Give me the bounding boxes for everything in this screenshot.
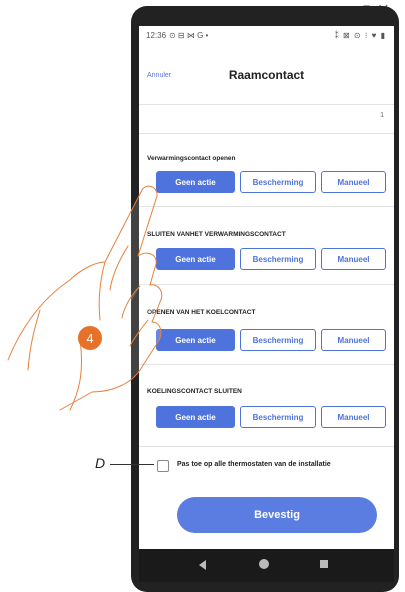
divider — [139, 133, 394, 134]
apply-all-label: Pas toe op alle thermostaten van de inst… — [177, 461, 331, 468]
home-icon[interactable] — [259, 559, 269, 569]
option-geen-actie-cooling-close[interactable]: Geen actie — [156, 406, 235, 428]
apply-all-row: Pas toe op alle thermostaten van de inst… — [139, 451, 394, 481]
apply-all-checkbox[interactable] — [157, 460, 169, 472]
status-left-icons: ⊙ ⊟ ⋈ G • — [169, 31, 209, 40]
option-manueel-cooling-open[interactable]: Manueel — [321, 329, 386, 351]
option-geen-actie-heating-close[interactable]: Geen actie — [156, 248, 235, 270]
section-label-cooling-open: OPENEN VAN HET KOELCONTACT — [147, 309, 256, 316]
divider — [139, 206, 394, 207]
android-nav-bar — [139, 549, 394, 582]
status-bar: 12:36 ⊙ ⊟ ⋈ G • ⁑ ⊠ ⊙ ⁝ ♥ ▮ — [139, 26, 394, 44]
divider — [139, 284, 394, 285]
app-header: Annuler Raamcontact — [139, 56, 394, 96]
option-manueel-heating-close[interactable]: Manueel — [321, 248, 386, 270]
status-time: 12:36 — [146, 31, 167, 40]
option-bescherming-cooling-close[interactable]: Bescherming — [240, 406, 316, 428]
callout-line — [110, 464, 154, 465]
option-geen-actie-cooling-open[interactable]: Geen actie — [156, 329, 235, 351]
section-label-cooling-close: KOELINGSCONTACT SLUITEN — [147, 388, 242, 395]
option-bescherming-heating-close[interactable]: Bescherming — [240, 248, 316, 270]
status-right-icons: ⁑ ⊠ ⊙ ⁝ ♥ ▮ — [334, 31, 386, 40]
option-manueel-cooling-close[interactable]: Manueel — [321, 406, 386, 428]
page-title: Raamcontact — [228, 68, 305, 82]
divider — [139, 446, 394, 447]
option-manueel-heating-open[interactable]: Manueel — [321, 171, 386, 193]
callout-letter: D — [95, 455, 106, 471]
section-label-heating-close: SLUITEN VANHET VERWARMINGSCONTACT — [147, 231, 286, 238]
phone-screen: 12:36 ⊙ ⊟ ⋈ G • ⁑ ⊠ ⊙ ⁝ ♥ ▮ Annuler Raam… — [139, 26, 394, 582]
divider — [139, 364, 394, 365]
back-icon[interactable] — [199, 560, 206, 570]
recent-apps-icon[interactable] — [320, 560, 328, 568]
step-badge: 4 — [78, 326, 102, 350]
device-number: 1 — [380, 112, 384, 119]
device-number-row: 1 — [139, 106, 394, 130]
confirm-button[interactable]: Bevestig — [177, 497, 377, 533]
divider — [139, 104, 394, 105]
option-geen-actie-heating-open[interactable]: Geen actie — [156, 171, 235, 193]
option-bescherming-cooling-open[interactable]: Bescherming — [240, 329, 316, 351]
option-bescherming-heating-open[interactable]: Bescherming — [240, 171, 316, 193]
section-label-heating-open: Verwarmingscontact openen — [147, 155, 236, 162]
